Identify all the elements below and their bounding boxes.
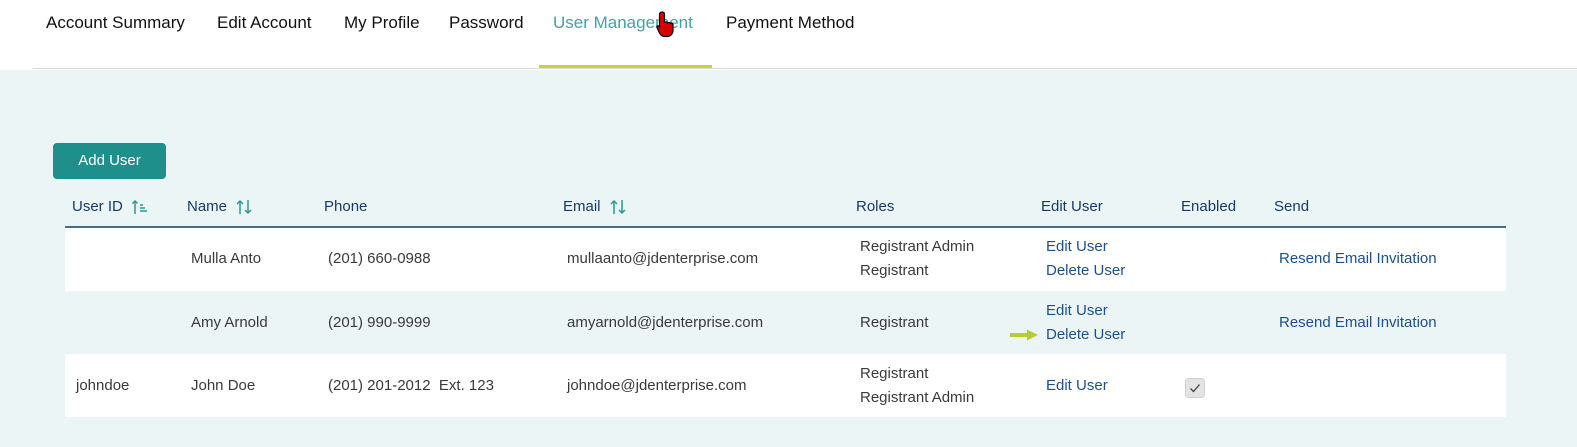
name-cell: Mulla Anto bbox=[191, 250, 262, 267]
edit-user-link[interactable]: Edit User bbox=[1046, 299, 1108, 323]
column-header-send: Send bbox=[1274, 198, 1310, 215]
email-cell: amyarnold@jdenterprise.com bbox=[567, 314, 764, 331]
check-icon bbox=[1190, 384, 1200, 393]
name-cell: John Doe bbox=[191, 377, 256, 394]
edit-user-link[interactable]: Edit User bbox=[1046, 235, 1108, 259]
name-cell: Amy Arnold bbox=[191, 314, 268, 331]
role-cell: Registrant bbox=[860, 314, 929, 331]
resend-invitation-link[interactable]: Resend Email Invitation bbox=[1279, 247, 1437, 271]
column-header-enabled: Enabled bbox=[1181, 198, 1237, 215]
tab-edit-account[interactable]: Edit Account bbox=[217, 10, 312, 36]
hand-pointer-icon bbox=[656, 11, 674, 38]
email-cell: johndoe@jdenterprise.com bbox=[567, 377, 747, 394]
sort-ascending-icon[interactable] bbox=[131, 198, 149, 216]
email-cell: mullaanto@jdenterprise.com bbox=[567, 250, 759, 267]
column-header-label: Email bbox=[563, 198, 601, 215]
column-header-roles: Roles bbox=[856, 198, 895, 215]
edit-user-link[interactable]: Edit User bbox=[1046, 374, 1108, 398]
column-header-label: User ID bbox=[72, 198, 123, 215]
resend-invitation-link[interactable]: Resend Email Invitation bbox=[1279, 311, 1437, 335]
arrow-right-icon bbox=[1010, 329, 1038, 341]
sort-arrows-icon[interactable] bbox=[235, 198, 253, 216]
role-cell: Registrant bbox=[860, 262, 929, 279]
tabs-divider bbox=[33, 68, 1577, 69]
role-cell: Registrant Admin bbox=[860, 389, 975, 406]
column-header-email[interactable]: Email bbox=[563, 196, 627, 218]
table-row: johndoe John Doe (201) 201-2012 Ext. 123… bbox=[65, 354, 1506, 417]
phone-cell: (201) 201-2012 Ext. 123 bbox=[328, 377, 494, 394]
phone-cell: (201) 660-0988 bbox=[328, 250, 431, 267]
table-row: Amy Arnold (201) 990-9999 amyarnold@jden… bbox=[65, 291, 1506, 354]
account-tabs: Account Summary Edit Account My Profile … bbox=[0, 0, 1577, 70]
tab-payment-method[interactable]: Payment Method bbox=[726, 10, 855, 36]
column-header-edit-user: Edit User bbox=[1041, 198, 1103, 215]
column-header-label: Name bbox=[187, 198, 228, 215]
tab-account-summary[interactable]: Account Summary bbox=[46, 10, 185, 36]
add-user-button[interactable]: Add User bbox=[53, 143, 166, 179]
sort-arrows-icon[interactable] bbox=[609, 198, 627, 216]
role-cell: Registrant Admin bbox=[860, 238, 975, 255]
tab-my-profile[interactable]: My Profile bbox=[344, 10, 420, 36]
delete-user-link[interactable]: Delete User bbox=[1046, 323, 1125, 347]
tab-password[interactable]: Password bbox=[449, 10, 524, 36]
column-header-name[interactable]: Name bbox=[187, 196, 253, 218]
column-header-phone: Phone bbox=[324, 198, 368, 215]
enabled-checkbox[interactable] bbox=[1185, 378, 1205, 398]
delete-user-link[interactable]: Delete User bbox=[1046, 259, 1125, 283]
phone-cell: (201) 990-9999 bbox=[328, 314, 431, 331]
role-cell: Registrant bbox=[860, 365, 929, 382]
user-id-cell: johndoe bbox=[76, 377, 130, 394]
table-row: Mulla Anto (201) 660-0988 mullaanto@jden… bbox=[65, 228, 1506, 291]
column-header-user-id[interactable]: User ID bbox=[72, 196, 149, 218]
